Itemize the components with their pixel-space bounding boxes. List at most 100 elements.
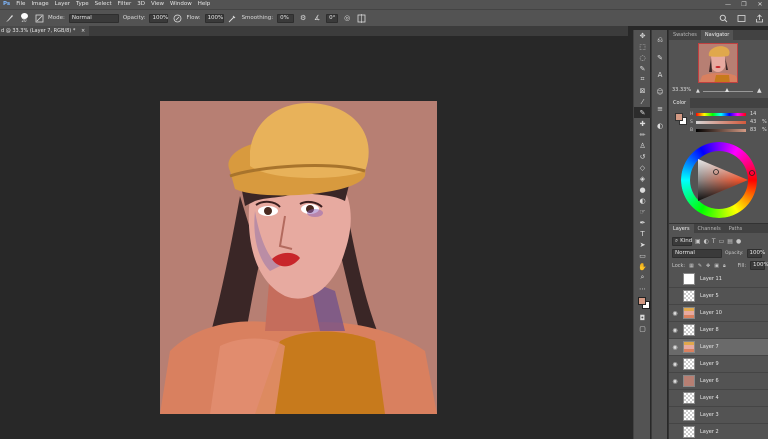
- eye-icon[interactable]: ◉: [669, 373, 681, 390]
- pencil-tool-icon[interactable]: ✏: [634, 129, 651, 140]
- smoothing-settings-gear-icon[interactable]: ⚙: [298, 13, 308, 23]
- menu-filter[interactable]: Filter: [115, 0, 135, 9]
- eye-hidden-icon[interactable]: [669, 390, 681, 407]
- minimize-button[interactable]: —: [720, 0, 736, 9]
- clone-stamp-tool-icon[interactable]: ♙: [634, 140, 651, 151]
- menu-3d[interactable]: 3D: [134, 0, 148, 9]
- layer-row[interactable]: Layer 4: [669, 390, 768, 407]
- menu-help[interactable]: Help: [195, 0, 214, 9]
- layer-row[interactable]: ◉ Layer 7: [669, 339, 768, 356]
- screen-mode-icon[interactable]: ▢: [634, 323, 651, 334]
- menu-type[interactable]: Type: [73, 0, 92, 9]
- symmetry-icon[interactable]: [356, 13, 366, 23]
- brush-tool-icon[interactable]: [4, 13, 14, 23]
- layer-row[interactable]: ◉ Layer 8: [669, 322, 768, 339]
- eraser-tool-icon[interactable]: ◇: [634, 162, 651, 173]
- person-panel-icon[interactable]: ☺: [652, 85, 668, 98]
- frame-tool-icon[interactable]: ⊠: [634, 85, 651, 96]
- tab-swatches[interactable]: Swatches: [669, 30, 701, 40]
- layer-row[interactable]: Layer 11: [669, 271, 768, 288]
- move-tool-icon[interactable]: ✥: [634, 30, 651, 41]
- mode-select[interactable]: Normal: [68, 13, 119, 23]
- path-select-tool-icon[interactable]: ➤: [634, 239, 651, 250]
- marquee-tool-icon[interactable]: ⬚: [634, 41, 651, 52]
- eye-hidden-icon[interactable]: [669, 271, 681, 288]
- eye-icon[interactable]: ◉: [669, 305, 681, 322]
- restore-button[interactable]: ❐: [736, 0, 752, 9]
- adjustments-panel-icon[interactable]: ◐: [652, 119, 668, 132]
- layer-row[interactable]: ◉ Layer 9: [669, 356, 768, 373]
- document-tab-close-icon[interactable]: ×: [81, 28, 85, 34]
- eye-icon[interactable]: ◉: [669, 322, 681, 339]
- brush-tool-icon[interactable]: ✎: [634, 107, 651, 118]
- filter-pixel-icon[interactable]: ▣: [695, 238, 701, 245]
- layer-row[interactable]: Layer 2: [669, 424, 768, 439]
- layer-row[interactable]: Layer 5: [669, 288, 768, 305]
- saturation-value[interactable]: 43: [750, 119, 756, 125]
- fill-field[interactable]: 100%: [750, 261, 768, 270]
- eye-hidden-icon[interactable]: [669, 288, 681, 305]
- pen-tool-icon[interactable]: ✒: [634, 217, 651, 228]
- eyedropper-tool-icon[interactable]: ⁄: [634, 96, 651, 107]
- document-tab[interactable]: d @ 33.3% (Layer 7, RGB/8) * ×: [0, 26, 90, 36]
- smudge-tool-icon[interactable]: ☞: [634, 206, 651, 217]
- layer-row[interactable]: Layer 3: [669, 407, 768, 424]
- healing-brush-tool-icon[interactable]: ✚: [634, 118, 651, 129]
- layer-opacity-field[interactable]: 100%: [746, 249, 765, 258]
- brush-settings-panel-icon[interactable]: ✎: [652, 51, 668, 64]
- lasso-tool-icon[interactable]: ◌: [634, 52, 651, 63]
- filter-shape-icon[interactable]: ▭: [719, 238, 725, 245]
- zoom-out-icon[interactable]: ▲: [696, 88, 700, 94]
- crop-tool-icon[interactable]: ⌗: [634, 74, 651, 85]
- tab-color[interactable]: Color: [669, 98, 691, 108]
- tab-navigator[interactable]: Navigator: [700, 30, 734, 40]
- pressure-opacity-icon[interactable]: [172, 13, 182, 23]
- foreground-color-swatch[interactable]: [638, 297, 646, 305]
- search-icon[interactable]: [718, 13, 728, 23]
- rectangle-tool-icon[interactable]: ▭: [634, 250, 651, 261]
- blur-tool-icon[interactable]: ●: [634, 184, 651, 195]
- painting-canvas[interactable]: [160, 101, 437, 414]
- ps-logo-icon[interactable]: Ps: [0, 0, 13, 9]
- zoom-tool-icon[interactable]: ⌕: [634, 272, 651, 283]
- menu-layer[interactable]: Layer: [52, 0, 73, 9]
- paint-bucket-tool-icon[interactable]: ◈: [634, 173, 651, 184]
- quick-select-tool-icon[interactable]: ✎: [634, 63, 651, 74]
- brightness-value[interactable]: 83: [750, 127, 756, 133]
- dodge-tool-icon[interactable]: ◐: [634, 195, 651, 206]
- filter-smart-object-icon[interactable]: ▤: [727, 238, 733, 245]
- eye-hidden-icon[interactable]: [669, 424, 681, 439]
- filter-toggle-icon[interactable]: ●: [736, 238, 741, 245]
- filter-type-icon[interactable]: T: [712, 238, 716, 245]
- saturation-slider[interactable]: [696, 121, 746, 124]
- opacity-field[interactable]: 100%: [149, 13, 169, 23]
- character-panel-icon[interactable]: A: [652, 68, 668, 81]
- layer-row[interactable]: ◉ Layer 6: [669, 373, 768, 390]
- layer-row[interactable]: ◉ Layer 10: [669, 305, 768, 322]
- flow-field[interactable]: 100%: [204, 13, 224, 23]
- tab-paths[interactable]: Paths: [725, 224, 747, 233]
- color-panel-swatches[interactable]: [674, 112, 688, 126]
- menu-window[interactable]: Window: [167, 0, 195, 9]
- lock-image-icon[interactable]: ✎: [698, 263, 702, 269]
- navigator-zoom-knob[interactable]: [725, 88, 729, 92]
- eye-hidden-icon[interactable]: [669, 407, 681, 424]
- canvas-area[interactable]: [0, 36, 628, 439]
- brush-settings-icon[interactable]: [34, 13, 44, 23]
- lock-position-icon[interactable]: ✥: [706, 263, 710, 269]
- menu-image[interactable]: Image: [28, 0, 51, 9]
- airbrush-icon[interactable]: [228, 13, 238, 23]
- share-icon[interactable]: [754, 13, 764, 23]
- quick-mask-icon[interactable]: ◘: [634, 312, 651, 323]
- lock-transparent-icon[interactable]: ▦: [689, 263, 694, 269]
- brush-preset-picker[interactable]: 20: [18, 13, 30, 23]
- type-tool-icon[interactable]: T: [634, 228, 651, 239]
- color-foreground-swatch[interactable]: [675, 113, 683, 121]
- kind-filter-select[interactable]: ⌕ Kind: [672, 237, 692, 246]
- filter-adjustment-icon[interactable]: ◐: [704, 238, 709, 245]
- eye-icon[interactable]: ◉: [669, 339, 681, 356]
- smoothing-field[interactable]: 0%: [277, 13, 295, 23]
- menu-file[interactable]: File: [13, 0, 28, 9]
- blend-mode-select[interactable]: Normal: [672, 249, 722, 258]
- lock-all-icon[interactable]: 🔒︎: [723, 263, 726, 269]
